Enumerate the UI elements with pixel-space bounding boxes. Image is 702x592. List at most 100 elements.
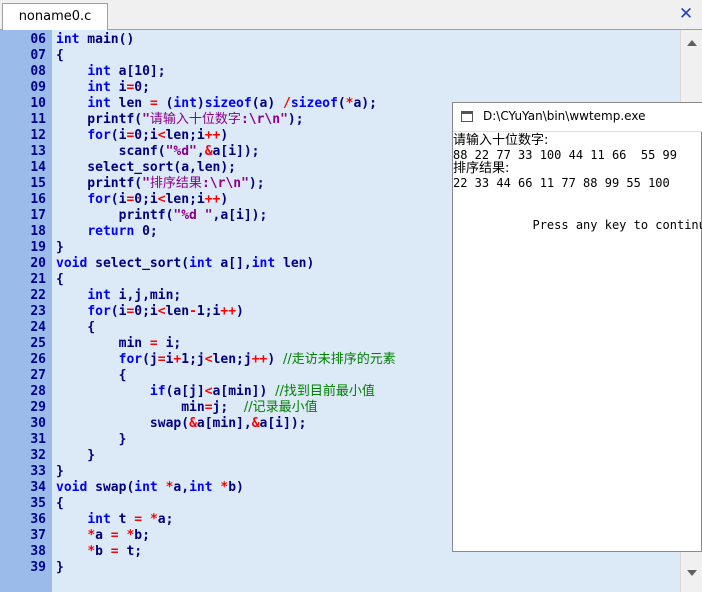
code-text: { [56, 368, 127, 384]
code-token: ) [220, 192, 229, 207]
line-number: 30 [30, 416, 46, 431]
code-token: } [56, 464, 64, 479]
code-token: = [157, 352, 166, 367]
console-line: Press any key to continue [453, 218, 702, 232]
code-token: b [95, 544, 111, 559]
code-token: = [134, 512, 143, 527]
console-window[interactable]: D:\CYuYan\bin\wwtemp.exe 请输入十位数字: 88 22 7… [452, 102, 702, 552]
code-token: b; [134, 528, 150, 543]
line-number: 39 [30, 560, 46, 575]
code-token: 0;i [134, 304, 158, 319]
code-token: } [56, 560, 64, 575]
code-token: int [189, 480, 213, 495]
code-token: 1;j [181, 352, 205, 367]
code-token: ) [267, 352, 284, 367]
code-text: min = i; [56, 336, 182, 352]
code-text: select_sort(a,len); [56, 160, 236, 176]
line-number: 21 [30, 272, 46, 287]
line-number: 15 [30, 176, 46, 191]
code-token: = [149, 96, 158, 111]
code-token: & [204, 144, 213, 159]
code-token: int [189, 256, 213, 271]
code-token: * [87, 544, 96, 559]
code-token: } [56, 448, 96, 463]
code-token: a[min]) [212, 384, 276, 399]
line-number: 26 [30, 352, 46, 367]
code-text: for(i=0;i<len;i++) [56, 128, 228, 144]
line-number: 24 [30, 320, 46, 335]
code-token: return [87, 224, 135, 239]
code-token: if [149, 384, 166, 399]
code-token: 0;i [134, 192, 158, 207]
code-token: 请输入十位数字 [149, 112, 241, 127]
console-line: 88 22 77 33 100 44 11 66 55 99 [453, 148, 677, 162]
scroll-down-icon[interactable] [687, 570, 697, 576]
code-token: int [87, 512, 111, 527]
code-token: a; [157, 512, 174, 527]
code-token: select_sort(a,len); [56, 160, 237, 175]
code-text: void swap(int *a,int *b) [56, 480, 244, 496]
line-number: 38 [30, 544, 46, 559]
code-text: if(a[j]<a[min]) //找到目前最小值 [56, 384, 375, 400]
code-token: b) [228, 480, 244, 495]
code-token: a, [173, 480, 190, 495]
code-token: printf( [56, 176, 143, 191]
line-number: 33 [30, 464, 46, 479]
code-token: a); [353, 96, 377, 111]
line-number: 28 [30, 384, 46, 399]
code-token: * [87, 528, 96, 543]
code-token: i,j,min; [110, 288, 182, 303]
close-icon[interactable]: ✕ [676, 4, 696, 24]
code-text: } [56, 432, 127, 448]
console-line: 请输入十位数字: [453, 133, 549, 148]
console-titlebar[interactable]: D:\CYuYan\bin\wwtemp.exe [453, 103, 702, 132]
code-text: int a[10]; [56, 64, 165, 80]
code-token: len) [275, 256, 315, 271]
tab-bar: noname0.c ✕ [0, 0, 702, 30]
line-number: 06 [30, 32, 46, 47]
console-line: 排序结果: [453, 161, 510, 176]
code-token: a[], [212, 256, 252, 271]
code-token: int [134, 480, 158, 495]
code-token: " [142, 176, 150, 191]
line-number: 34 [30, 480, 46, 495]
code-text: printf("请输入十位数字:\r\n"); [56, 112, 304, 128]
code-token: int [173, 96, 197, 111]
code-token: i [110, 80, 127, 95]
code-token: swap( [87, 480, 135, 495]
code-token: (j [142, 352, 158, 367]
code-token: :\r\n" [201, 176, 249, 191]
scroll-up-icon[interactable] [687, 40, 697, 46]
line-number: 37 [30, 528, 46, 543]
code-token: ); [287, 112, 304, 127]
code-text: printf("%d ",a[i]); [56, 208, 268, 224]
code-token: for [87, 192, 111, 207]
code-text: { [56, 320, 95, 336]
code-token: * [149, 512, 158, 527]
line-number: 12 [30, 128, 46, 143]
line-number: 22 [30, 288, 46, 303]
code-text: int main() [56, 32, 134, 48]
console-output: 请输入十位数字: 88 22 77 33 100 44 11 66 55 99 排序… [453, 132, 702, 552]
code-token: ); [248, 176, 265, 191]
code-text: int len = (int)sizeof(a) /sizeof(*a); [56, 96, 377, 112]
code-token: } [56, 432, 127, 447]
code-token: ++ [251, 352, 268, 367]
file-tab[interactable]: noname0.c [2, 3, 108, 30]
code-token: ) [220, 128, 229, 143]
code-token: for [87, 304, 111, 319]
code-token: (i [110, 192, 127, 207]
code-token: ,a[i]); [212, 208, 268, 223]
code-token: = [110, 528, 119, 543]
code-text: scanf("%d",&a[i]); [56, 144, 260, 160]
code-token: sizeof [204, 96, 252, 111]
code-token: = [204, 400, 213, 415]
window-icon-bar [461, 111, 473, 114]
code-token: < [157, 128, 166, 143]
code-token: int [87, 64, 111, 79]
